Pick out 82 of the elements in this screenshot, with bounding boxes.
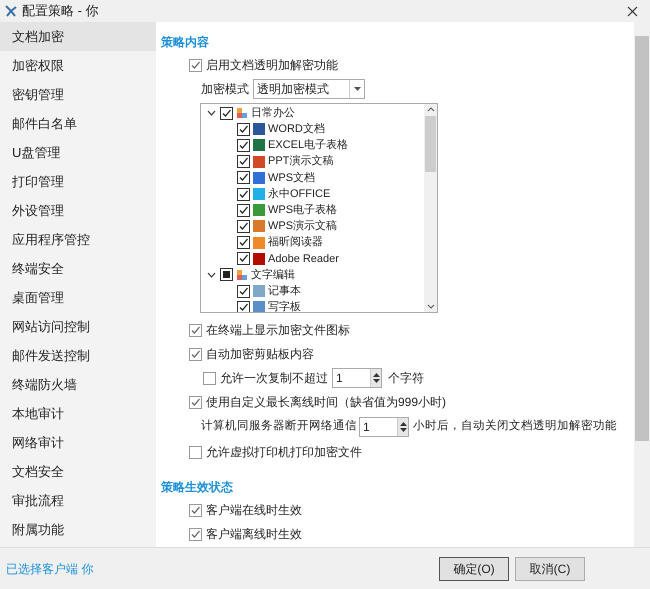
spin-field[interactable]: 1 bbox=[332, 368, 382, 388]
checkbox-label: 自动加密剪贴板内容 bbox=[206, 346, 314, 363]
sidebar-item[interactable]: 网络审计 bbox=[0, 428, 156, 457]
sidebar-item[interactable]: 文档加密 bbox=[0, 22, 156, 51]
checkbox[interactable] bbox=[189, 324, 202, 336]
sidebar-item[interactable]: 文档安全 bbox=[0, 457, 156, 486]
sidebar-item[interactable]: 终端安全 bbox=[0, 254, 156, 283]
tree-item-label: PPT演示文稿 bbox=[268, 154, 334, 170]
field-label: 计算机同服务器断开网络通信 bbox=[201, 418, 357, 434]
checkbox[interactable] bbox=[237, 204, 250, 217]
tree-item-label: WPS文档 bbox=[268, 170, 316, 186]
tree-item-label: WORD文档 bbox=[268, 122, 325, 138]
scrollbar[interactable] bbox=[634, 22, 650, 547]
checkbox[interactable] bbox=[189, 348, 202, 360]
tree-item-label: 记事本 bbox=[268, 284, 301, 299]
tree-item-label: 福昕阅读器 bbox=[268, 235, 323, 250]
checkbox[interactable] bbox=[189, 396, 202, 408]
mode-select[interactable]: 透明加密模式 bbox=[253, 79, 365, 99]
section-title: 策略内容 bbox=[161, 34, 210, 51]
checkbox-label: 客户端在线时生效 bbox=[206, 502, 302, 519]
sidebar-item[interactable]: 本地审计 bbox=[0, 399, 156, 428]
checkbox[interactable] bbox=[237, 236, 250, 250]
section-title: 策略生效状态 bbox=[161, 479, 234, 496]
expand-icon[interactable] bbox=[207, 272, 217, 278]
checkbox-label: 客户端离线时生效 bbox=[206, 526, 302, 543]
caret-icon bbox=[354, 87, 360, 91]
spin-arrows-icon[interactable] bbox=[400, 421, 406, 433]
window-title: 配置策略 - 你 bbox=[22, 2, 100, 20]
checkbox[interactable] bbox=[237, 122, 250, 136]
expand-icon[interactable] bbox=[207, 110, 217, 116]
cancel-button[interactable]: 取消(C) bbox=[515, 556, 585, 580]
sidebar-item[interactable]: 应用程序管控 bbox=[0, 225, 156, 254]
checkbox-label: 启用文档透明加解密功能 bbox=[206, 57, 338, 74]
tree-item-label: WPS电子表格 bbox=[268, 202, 338, 218]
checkbox[interactable] bbox=[237, 252, 250, 266]
sidebar-item[interactable]: 加密权限 bbox=[0, 51, 156, 80]
checkbox[interactable] bbox=[237, 155, 250, 168]
spin-field[interactable]: 1 bbox=[359, 417, 409, 437]
selected-client-text: 已选择客户端 你 bbox=[6, 560, 94, 578]
tree-item-label: 永中OFFICE bbox=[268, 186, 330, 202]
checkbox[interactable] bbox=[189, 58, 202, 72]
checkbox[interactable] bbox=[189, 446, 202, 458]
ok-button[interactable]: 确定(O) bbox=[439, 556, 509, 580]
checkbox[interactable] bbox=[237, 300, 250, 312]
checkbox-label: 在终端上显示加密文件图标 bbox=[206, 322, 350, 339]
tree-scrollbar[interactable] bbox=[424, 104, 437, 312]
sidebar-item[interactable]: 桌面管理 bbox=[0, 283, 156, 312]
checkbox[interactable] bbox=[220, 106, 233, 120]
sidebar-item[interactable]: U盘管理 bbox=[0, 138, 156, 167]
checkbox-label: 允许虚拟打印机打印加密文件 bbox=[206, 444, 362, 461]
checkbox[interactable] bbox=[237, 220, 250, 233]
unit-label: 个字符 bbox=[388, 370, 424, 387]
checkbox[interactable] bbox=[189, 504, 202, 516]
checkbox[interactable] bbox=[237, 284, 250, 298]
sidebar-item[interactable]: 附属功能 bbox=[0, 515, 156, 544]
checkbox-label: 使用自定义最长离线时间（缺省值为999小时) bbox=[206, 394, 446, 411]
checkbox[interactable] bbox=[189, 528, 202, 540]
sidebar-item[interactable]: 邮件发送控制 bbox=[0, 341, 156, 370]
sidebar-item[interactable]: 终端防火墙 bbox=[0, 370, 156, 399]
checkbox[interactable] bbox=[237, 188, 250, 201]
checkbox-label: 允许一次复制不超过 bbox=[220, 370, 328, 387]
sidebar-item[interactable]: 外设管理 bbox=[0, 196, 156, 225]
tree-item-label: Adobe Reader bbox=[268, 252, 339, 267]
sidebar-item[interactable]: 审批流程 bbox=[0, 486, 156, 515]
unit-label: 小时后，自动关闭文档透明加解密功能 bbox=[413, 418, 617, 434]
scroll-thumb[interactable] bbox=[425, 116, 436, 172]
spin-arrows-icon[interactable] bbox=[372, 372, 380, 384]
checkbox[interactable] bbox=[220, 268, 233, 282]
tree-item-label: 日常办公 bbox=[251, 106, 295, 121]
checkbox[interactable] bbox=[203, 372, 216, 384]
tree-item-label: EXCEL电子表格 bbox=[268, 138, 348, 154]
sidebar-item[interactable]: 网站访问控制 bbox=[0, 312, 156, 341]
tree-item-label: WPS演示文稿 bbox=[268, 218, 338, 234]
checkbox[interactable] bbox=[237, 138, 250, 152]
field-label: 加密模式 bbox=[201, 81, 249, 98]
sidebar-item[interactable]: 邮件白名单 bbox=[0, 109, 156, 138]
sidebar-item[interactable]: 打印管理 bbox=[0, 167, 156, 196]
tree-item-label: 文字编辑 bbox=[251, 268, 295, 283]
sidebar-item[interactable]: 密钥管理 bbox=[0, 80, 156, 109]
close-icon[interactable] bbox=[627, 6, 638, 16]
checkbox[interactable] bbox=[237, 171, 250, 184]
tree-item-label: 写字板 bbox=[268, 300, 301, 312]
